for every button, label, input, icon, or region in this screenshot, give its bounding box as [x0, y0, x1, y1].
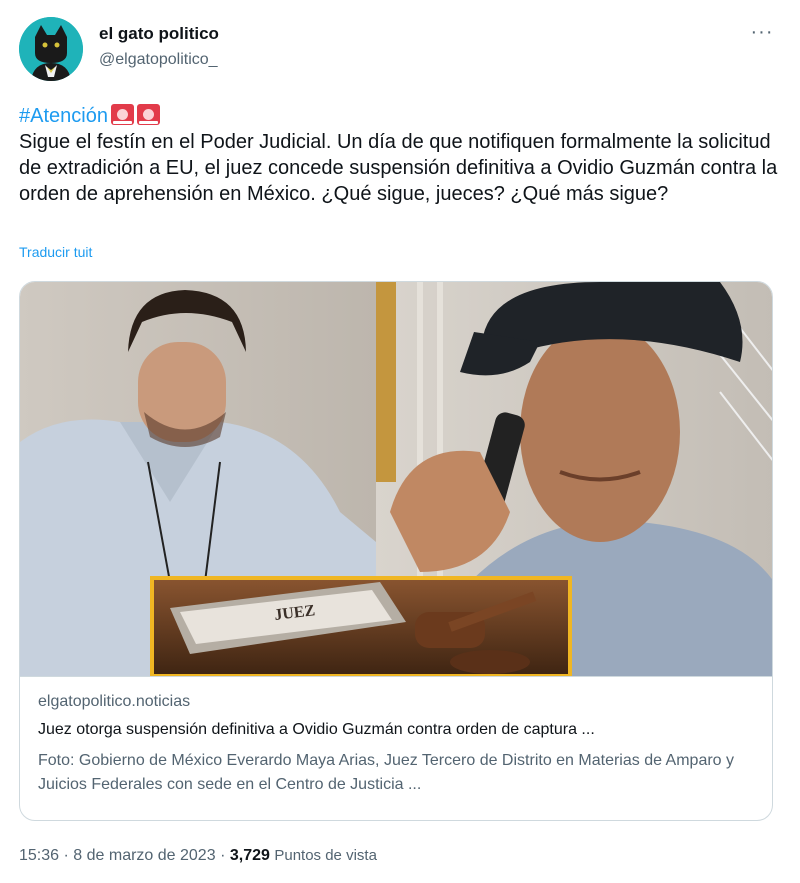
police-siren-icon	[136, 104, 160, 125]
tweet-body: #Atención Sigue el festín en el Poder Ju…	[19, 103, 784, 207]
views-count[interactable]: 3,729	[230, 847, 270, 864]
meta-separator: ·	[220, 847, 226, 864]
tweet-time[interactable]: 15:36	[19, 847, 59, 864]
card-title: Juez otorga suspensión definitiva a Ovid…	[38, 721, 595, 738]
tweet-meta: 15:36 · 8 de marzo de 2023 · 3,729 Punto…	[19, 847, 377, 865]
card-footer: elgatopolitico.noticias Juez otorga susp…	[20, 676, 772, 820]
author-handle[interactable]: @elgatopolitico_	[99, 51, 218, 69]
meta-separator: ·	[63, 847, 69, 864]
more-options-button[interactable]: ···	[748, 22, 776, 46]
tweet: el gato politico @elgatopolitico_ ··· #A…	[0, 0, 800, 883]
more-dots-icon: ···	[750, 21, 774, 43]
tweet-text: Sigue el festín en el Poder Judicial. Un…	[19, 131, 778, 205]
card-description: Foto: Gobierno de México Everardo Maya A…	[38, 752, 735, 793]
card-image: JUEZ	[20, 282, 772, 676]
link-card[interactable]: JUEZ elgatopolitico.noticias Juez otorga…	[19, 281, 773, 821]
author-avatar[interactable]	[19, 17, 83, 81]
cat-avatar-icon	[19, 17, 83, 81]
translate-tweet-link[interactable]: Traducir tuit	[19, 244, 92, 260]
hashtag-link[interactable]: #Atención	[19, 105, 108, 127]
tweet-date[interactable]: 8 de marzo de 2023	[73, 847, 215, 864]
views-label: Puntos de vista	[274, 847, 377, 864]
author-name[interactable]: el gato politico	[99, 24, 219, 44]
police-siren-icon	[110, 104, 134, 125]
card-domain: elgatopolitico.noticias	[38, 693, 191, 710]
